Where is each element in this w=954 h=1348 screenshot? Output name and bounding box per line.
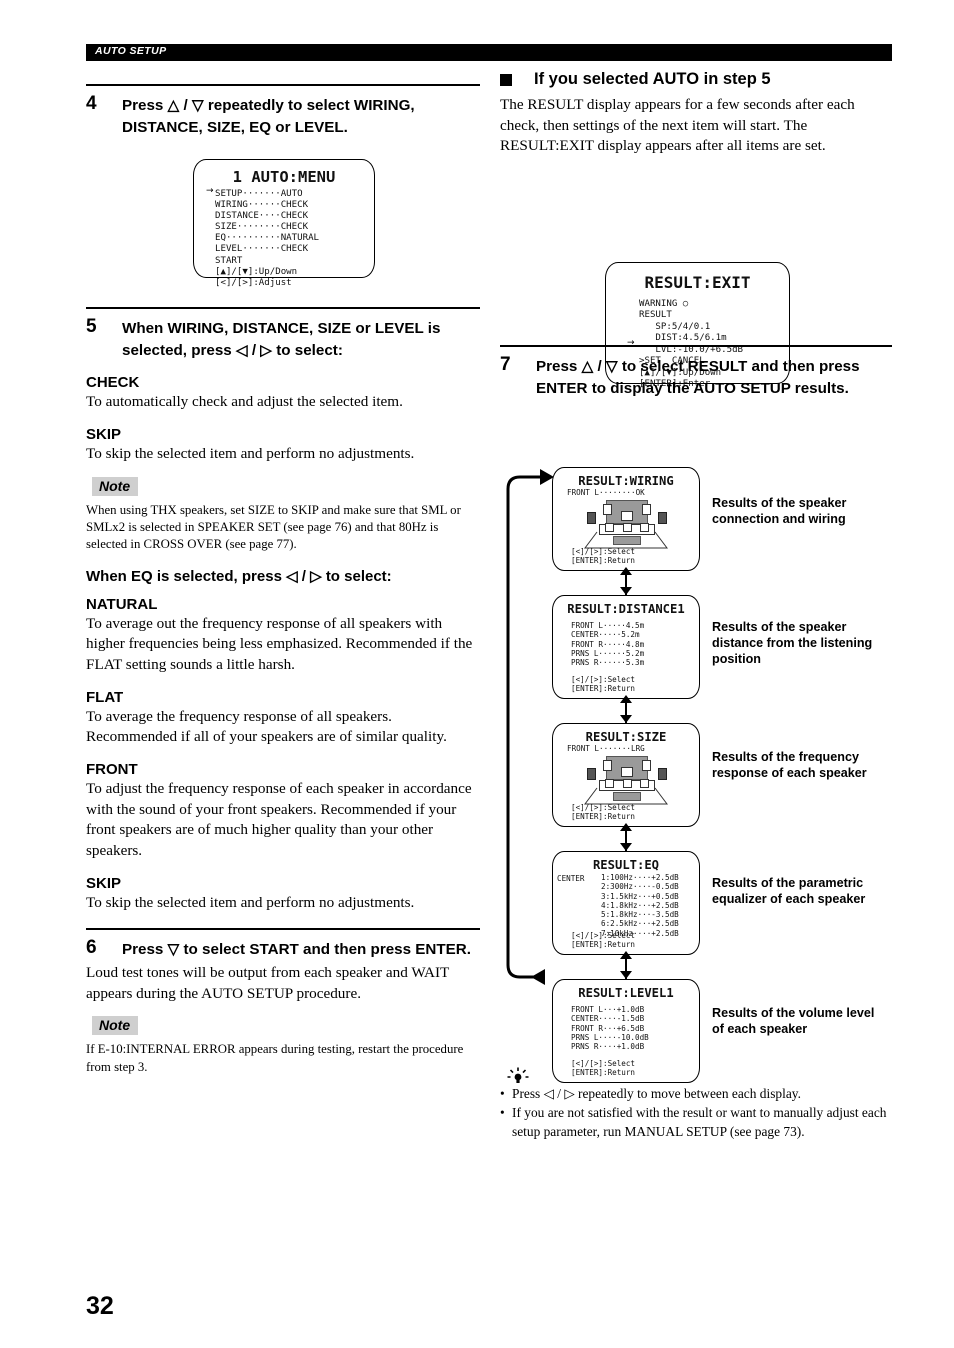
- step-4: 4 Press △ / ▽ repeatedly to select WIRIN…: [86, 93, 480, 303]
- note-text-1: When using THX speakers, set SIZE to SKI…: [86, 502, 461, 552]
- result-distance-footer: [<]/[>]:Select [ENTER]:Return: [571, 674, 636, 693]
- connector-arrow-up-1: [620, 567, 632, 576]
- step-7-heading: Press △ / ▽ to select RESULT and then pr…: [536, 358, 860, 397]
- note-badge-2: Note: [92, 1016, 139, 1036]
- flat-text: To average the frequency response of all…: [86, 707, 447, 746]
- speaker-room-diagram-icon: [583, 498, 669, 550]
- caption-distance: Results of the speaker distance from the…: [712, 620, 873, 667]
- connector-arrow-up-3: [620, 823, 632, 832]
- result-eq-lines: 1:100Hz····+2.5dB 2:300Hz····-0.5dB 3:1.…: [601, 873, 679, 938]
- result-box-level: RESULT:LEVEL1 FRONT L···+1.0dB CENTER···…: [552, 979, 700, 1084]
- connector-arrow-up-4: [620, 951, 632, 960]
- section-intro-text: The RESULT display appears for a few sec…: [500, 96, 855, 155]
- step-6-heading: Press ▽ to select START and then press E…: [122, 941, 471, 959]
- osd-auto-menu-title: 1 AUTO:MENU: [232, 168, 336, 186]
- caption-size: Results of the frequency response of eac…: [712, 750, 867, 781]
- divider-step7: [500, 345, 892, 348]
- connector-arrow-down-4: [620, 971, 632, 980]
- step-7-number: 7: [500, 354, 511, 376]
- natural-text: To average out the frequency response of…: [86, 614, 473, 674]
- flat-label: FLAT: [86, 688, 124, 706]
- result-size-footer: [<]/[>]:Select [ENTER]:Return: [571, 802, 636, 821]
- divider-step5: [86, 307, 480, 309]
- osd-result-exit-title: RESULT:EXIT: [644, 273, 751, 293]
- manual-page: AUTO SETUP 4 Press △ / ▽ repeatedly to s…: [0, 0, 954, 1348]
- check-label: CHECK: [86, 374, 140, 392]
- caption-level: Results of the volume level of each spea…: [712, 1006, 875, 1037]
- connector-arrow-down-1: [620, 587, 632, 596]
- result-level-footer: [<]/[>]:Select [ENTER]:Return: [571, 1058, 636, 1077]
- connector-arrow-up-2: [620, 695, 632, 704]
- result-size-title: RESULT:SIZE: [585, 730, 667, 745]
- divider-step6: [86, 928, 480, 931]
- note-badge-1: Note: [92, 476, 139, 496]
- step-7-wrap: 7 Press △ / ▽ to select RESULT and then …: [500, 345, 892, 403]
- running-header: AUTO SETUP: [86, 44, 892, 61]
- result-distance-title: RESULT:DISTANCE1: [567, 602, 685, 617]
- result-size-lines: FRONT L·······LRG: [567, 744, 645, 754]
- result-wiring-title: RESULT:WIRING: [578, 474, 674, 489]
- step-6-number: 6: [86, 937, 97, 959]
- result-eq-title: RESULT:EQ: [592, 858, 660, 873]
- step-6: 6 Press ▽ to select START and then press…: [86, 937, 480, 1076]
- skip-text: To skip the selected item and perform no…: [86, 444, 415, 462]
- tips-list: Press ◁ / ▷ repeatedly to move between e…: [500, 1085, 892, 1141]
- caption-eq: Results of the parametric equalizer of e…: [712, 876, 866, 907]
- front-label: FRONT: [86, 761, 138, 779]
- connector-arrow-down-3: [620, 843, 632, 852]
- natural-label: NATURAL: [86, 595, 158, 613]
- note-text-2: If E-10:INTERNAL ERROR appears during te…: [86, 1042, 464, 1074]
- result-box-wiring: RESULT:WIRING FRONT L········OK [<]/[>]:…: [552, 467, 700, 572]
- step-4-heading: Press △ / ▽ repeatedly to select WIRING,…: [122, 97, 415, 136]
- caption-wiring: Results of the speaker connection and wi…: [712, 496, 847, 527]
- tip-bulb-icon: [506, 1067, 529, 1084]
- osd-cursor-arrow: →: [206, 186, 214, 196]
- tip-item: Press ◁ / ▷ repeatedly to move between e…: [500, 1085, 892, 1104]
- square-bullet-icon: [500, 74, 512, 86]
- result-wiring-footer: [<]/[>]:Select [ENTER]:Return: [571, 546, 636, 565]
- tip-item: If you are not satisfied with the result…: [500, 1104, 892, 1141]
- result-eq-footer: [<]/[>]:Select [ENTER]:Return: [571, 930, 636, 949]
- step-6-text: Loud test tones will be output from each…: [86, 963, 450, 1002]
- step-5-heading: When WIRING, DISTANCE, SIZE or LEVEL is …: [122, 320, 441, 359]
- right-column: If you selected AUTO in step 5 The RESUL…: [500, 70, 892, 1142]
- running-header-title: AUTO SETUP: [95, 45, 167, 57]
- speaker-room-diagram-icon-2: [583, 754, 669, 806]
- osd-auto-menu-lines: SETUP·······AUTO WIRING······CHECK DISTA…: [215, 189, 320, 288]
- connector-arrow-down-2: [620, 715, 632, 724]
- result-box-distance: RESULT:DISTANCE1 FRONT L·····4.5m CENTER…: [552, 595, 700, 700]
- left-column: 4 Press △ / ▽ repeatedly to select WIRIN…: [86, 84, 480, 1080]
- skip-label: SKIP: [86, 425, 122, 443]
- front-text: To adjust the frequency response of each…: [86, 780, 472, 860]
- result-eq-prefix: CENTER: [557, 874, 585, 884]
- result-level-lines: FRONT L···+1.0dB CENTER····-1.5dB FRONT …: [571, 1005, 649, 1052]
- loop-arrow-icon: [506, 469, 554, 986]
- step-5-number: 5: [86, 316, 97, 337]
- page-number: 32: [86, 1292, 114, 1320]
- eq-select-heading: When EQ is selected, press ◁ / ▷ to sele…: [86, 567, 392, 585]
- check-text: To automatically check and adjust the se…: [86, 393, 403, 411]
- exit-osd-wrap: RESULT:EXIT → WARNING ○ RESULT SP:5/4/0.…: [500, 157, 892, 405]
- result-wiring-lines: FRONT L········OK: [567, 488, 645, 498]
- section-heading-auto-step5: If you selected AUTO in step 5: [500, 70, 892, 89]
- step-4-number: 4: [86, 93, 97, 114]
- divider-step4: [86, 84, 480, 86]
- result-level-title: RESULT:LEVEL1: [578, 986, 674, 1001]
- osd-auto-menu: 1 AUTO:MENU → SETUP·······AUTO WIRING···…: [193, 159, 375, 288]
- skip-label-2: SKIP: [86, 874, 122, 892]
- skip-text-2: To skip the selected item and perform no…: [86, 893, 415, 911]
- section-heading-text: If you selected AUTO in step 5: [534, 70, 771, 88]
- result-box-size: RESULT:SIZE FRONT L·······LRG [<]/[>]:Se…: [552, 723, 700, 828]
- step-5: 5 When WIRING, DISTANCE, SIZE or LEVEL i…: [86, 316, 480, 924]
- results-flow: RESULT:WIRING FRONT L········OK [<]/[>]:…: [500, 417, 892, 1084]
- result-distance-lines: FRONT L·····4.5m CENTER·····5.2m FRONT R…: [571, 621, 645, 668]
- result-box-eq: RESULT:EQ CENTER 1:100Hz····+2.5dB 2:300…: [552, 851, 700, 956]
- step-7: 7 Press △ / ▽ to select RESULT and then …: [500, 354, 892, 399]
